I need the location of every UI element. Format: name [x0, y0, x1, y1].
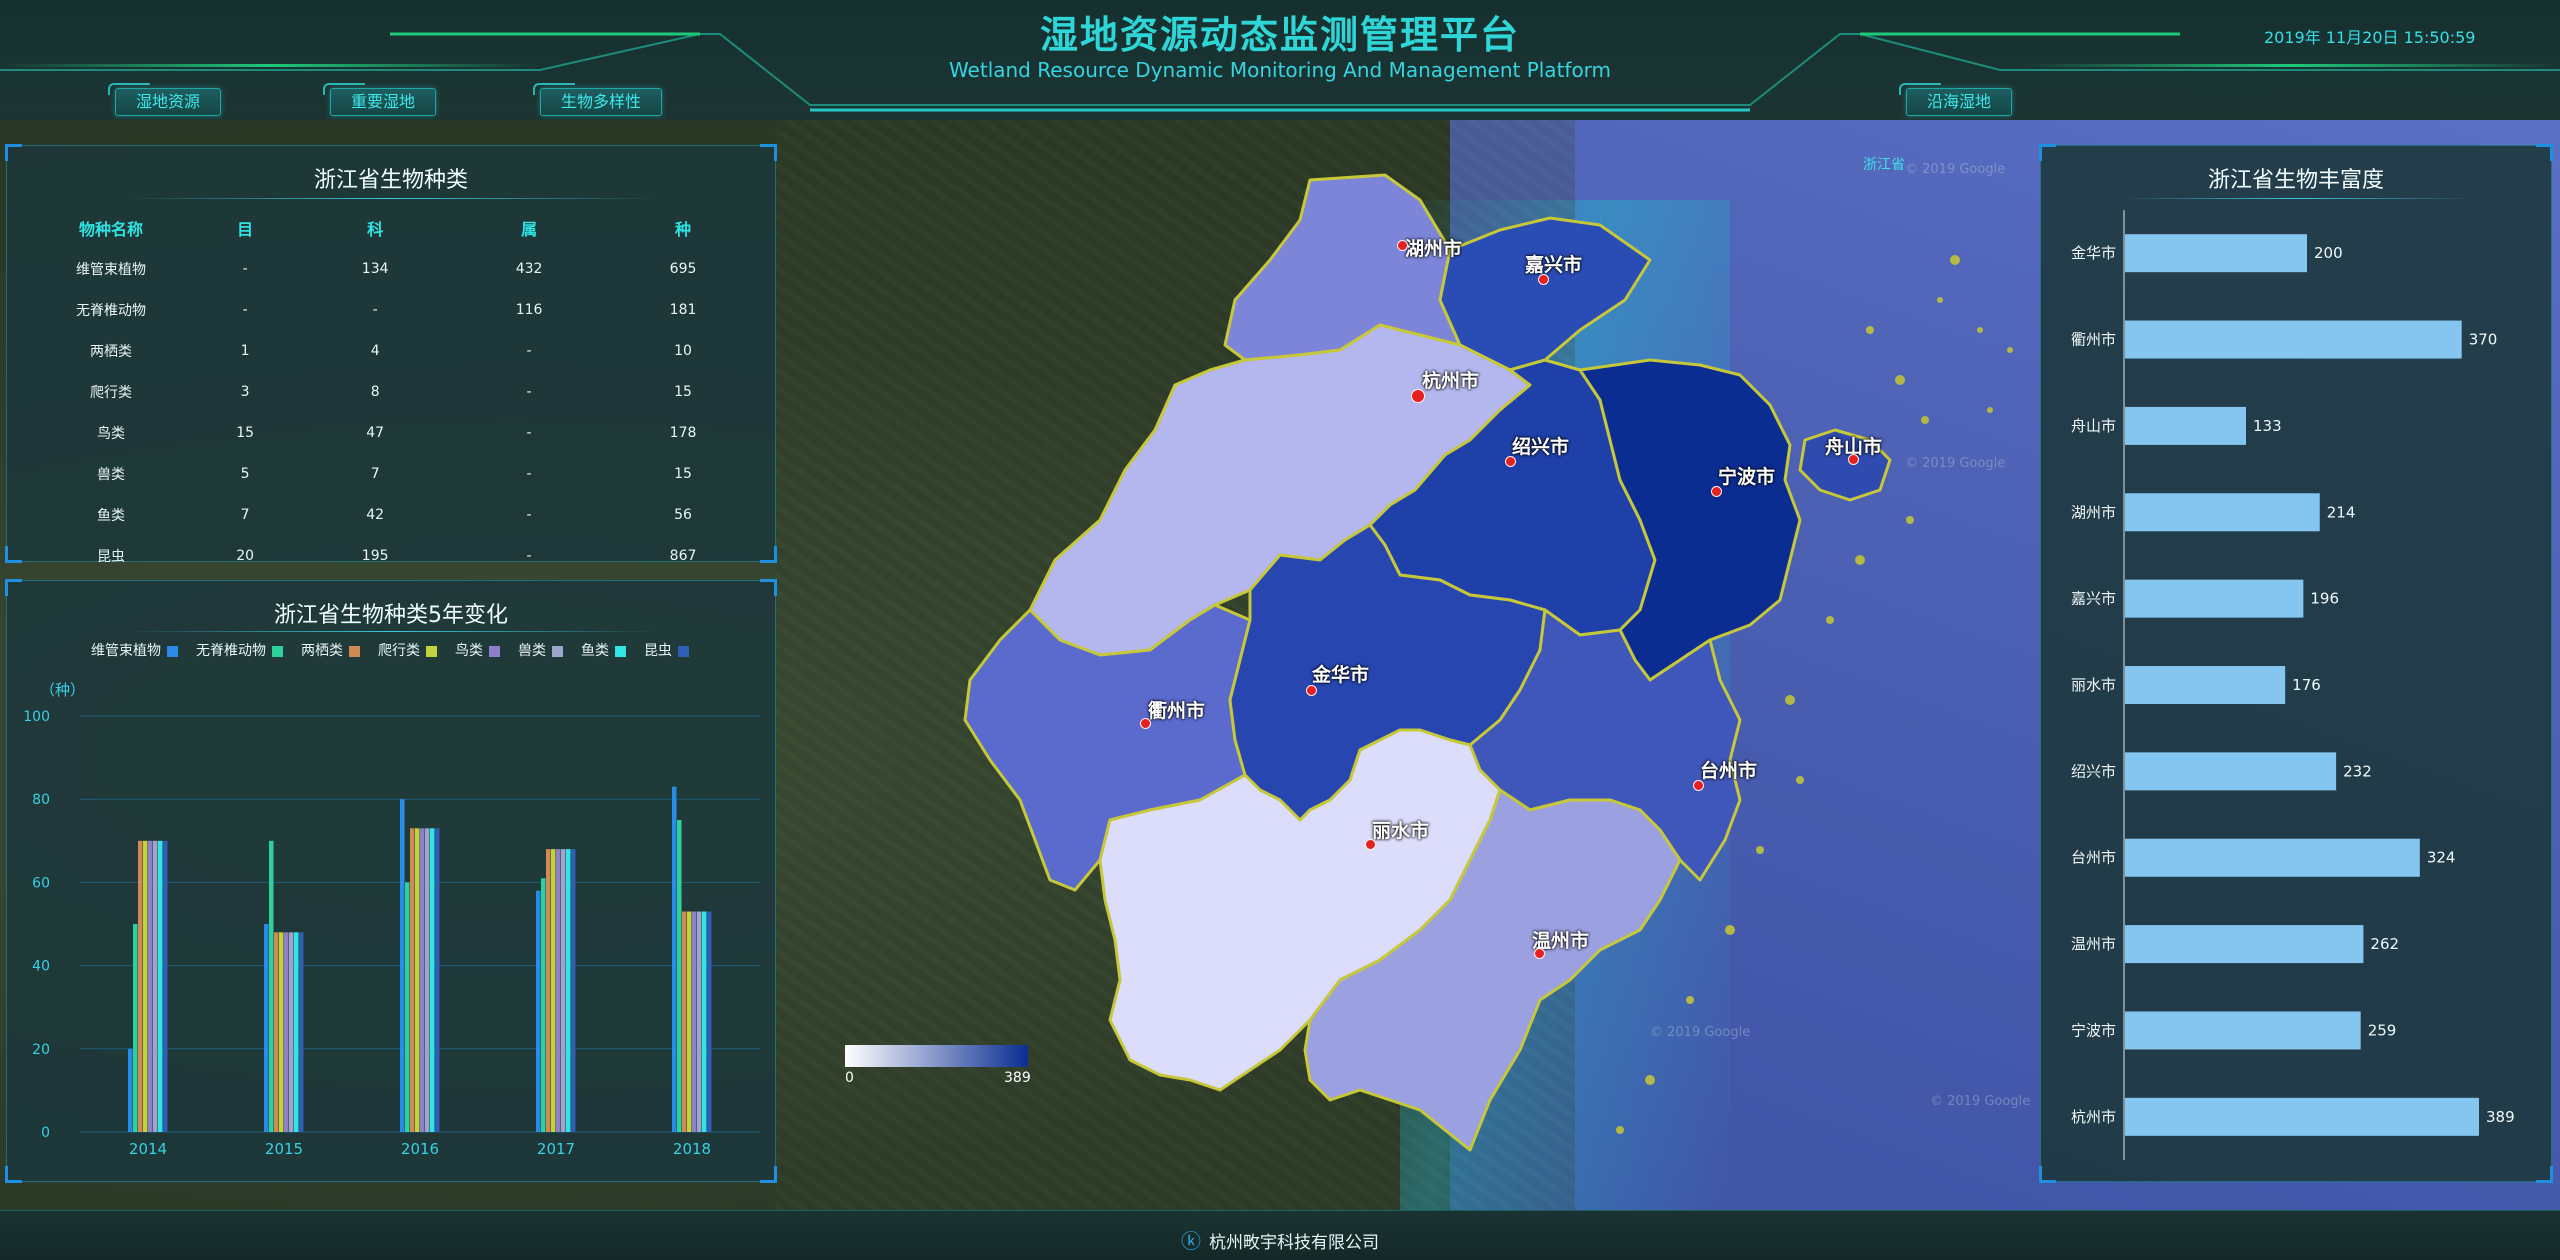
category-label: 金华市 — [2071, 244, 2116, 262]
value-label: 214 — [2327, 503, 2356, 521]
richness-bar-湖州市[interactable] — [2125, 493, 2320, 532]
richness-bar-杭州市[interactable] — [2125, 1097, 2479, 1136]
richness-bar-chart: 金华市 200 衢州市 370 舟山市 133 湖州市 214 嘉兴市 196 丽水市 176 绍兴市 2… — [2071, 210, 2515, 1160]
richness-bar-宁波市[interactable] — [2125, 1011, 2361, 1050]
category-label: 杭州市 — [2071, 1108, 2116, 1126]
company-name: 杭州畋宇科技有限公司 — [1209, 1233, 1379, 1253]
value-label: 370 — [2469, 331, 2498, 349]
company-logo-icon: ⓚ — [1181, 1229, 1201, 1253]
richness-bar-舟山市[interactable] — [2125, 406, 2247, 445]
category-label: 绍兴市 — [2071, 762, 2116, 780]
value-label: 259 — [2368, 1021, 2397, 1039]
category-label: 衢州市 — [2071, 331, 2116, 349]
value-label: 176 — [2292, 676, 2321, 694]
richness-bar-绍兴市[interactable] — [2125, 752, 2337, 791]
value-label: 232 — [2343, 762, 2372, 780]
value-label: 133 — [2253, 417, 2282, 435]
category-label: 嘉兴市 — [2071, 590, 2116, 608]
richness-bar-嘉兴市[interactable] — [2125, 579, 2304, 618]
category-label: 台州市 — [2071, 849, 2116, 867]
footer-company: ⓚ 杭州畋宇科技有限公司 — [0, 1225, 2560, 1254]
category-label: 宁波市 — [2071, 1021, 2116, 1039]
value-label: 196 — [2310, 590, 2339, 608]
richness-bar-丽水市[interactable] — [2125, 666, 2286, 704]
richness-bar-金华市[interactable] — [2125, 234, 2307, 273]
category-label: 湖州市 — [2071, 503, 2116, 521]
value-label: 324 — [2427, 849, 2456, 867]
value-label: 262 — [2370, 935, 2399, 953]
richness-bar-台州市[interactable] — [2125, 838, 2420, 877]
richness-bar-温州市[interactable] — [2125, 925, 2364, 964]
richness-bar-衢州市[interactable] — [2125, 320, 2462, 359]
category-label: 舟山市 — [2071, 417, 2116, 435]
category-label: 丽水市 — [2071, 676, 2116, 694]
value-label: 200 — [2314, 244, 2343, 262]
value-label: 389 — [2486, 1108, 2515, 1126]
category-label: 温州市 — [2071, 935, 2116, 953]
